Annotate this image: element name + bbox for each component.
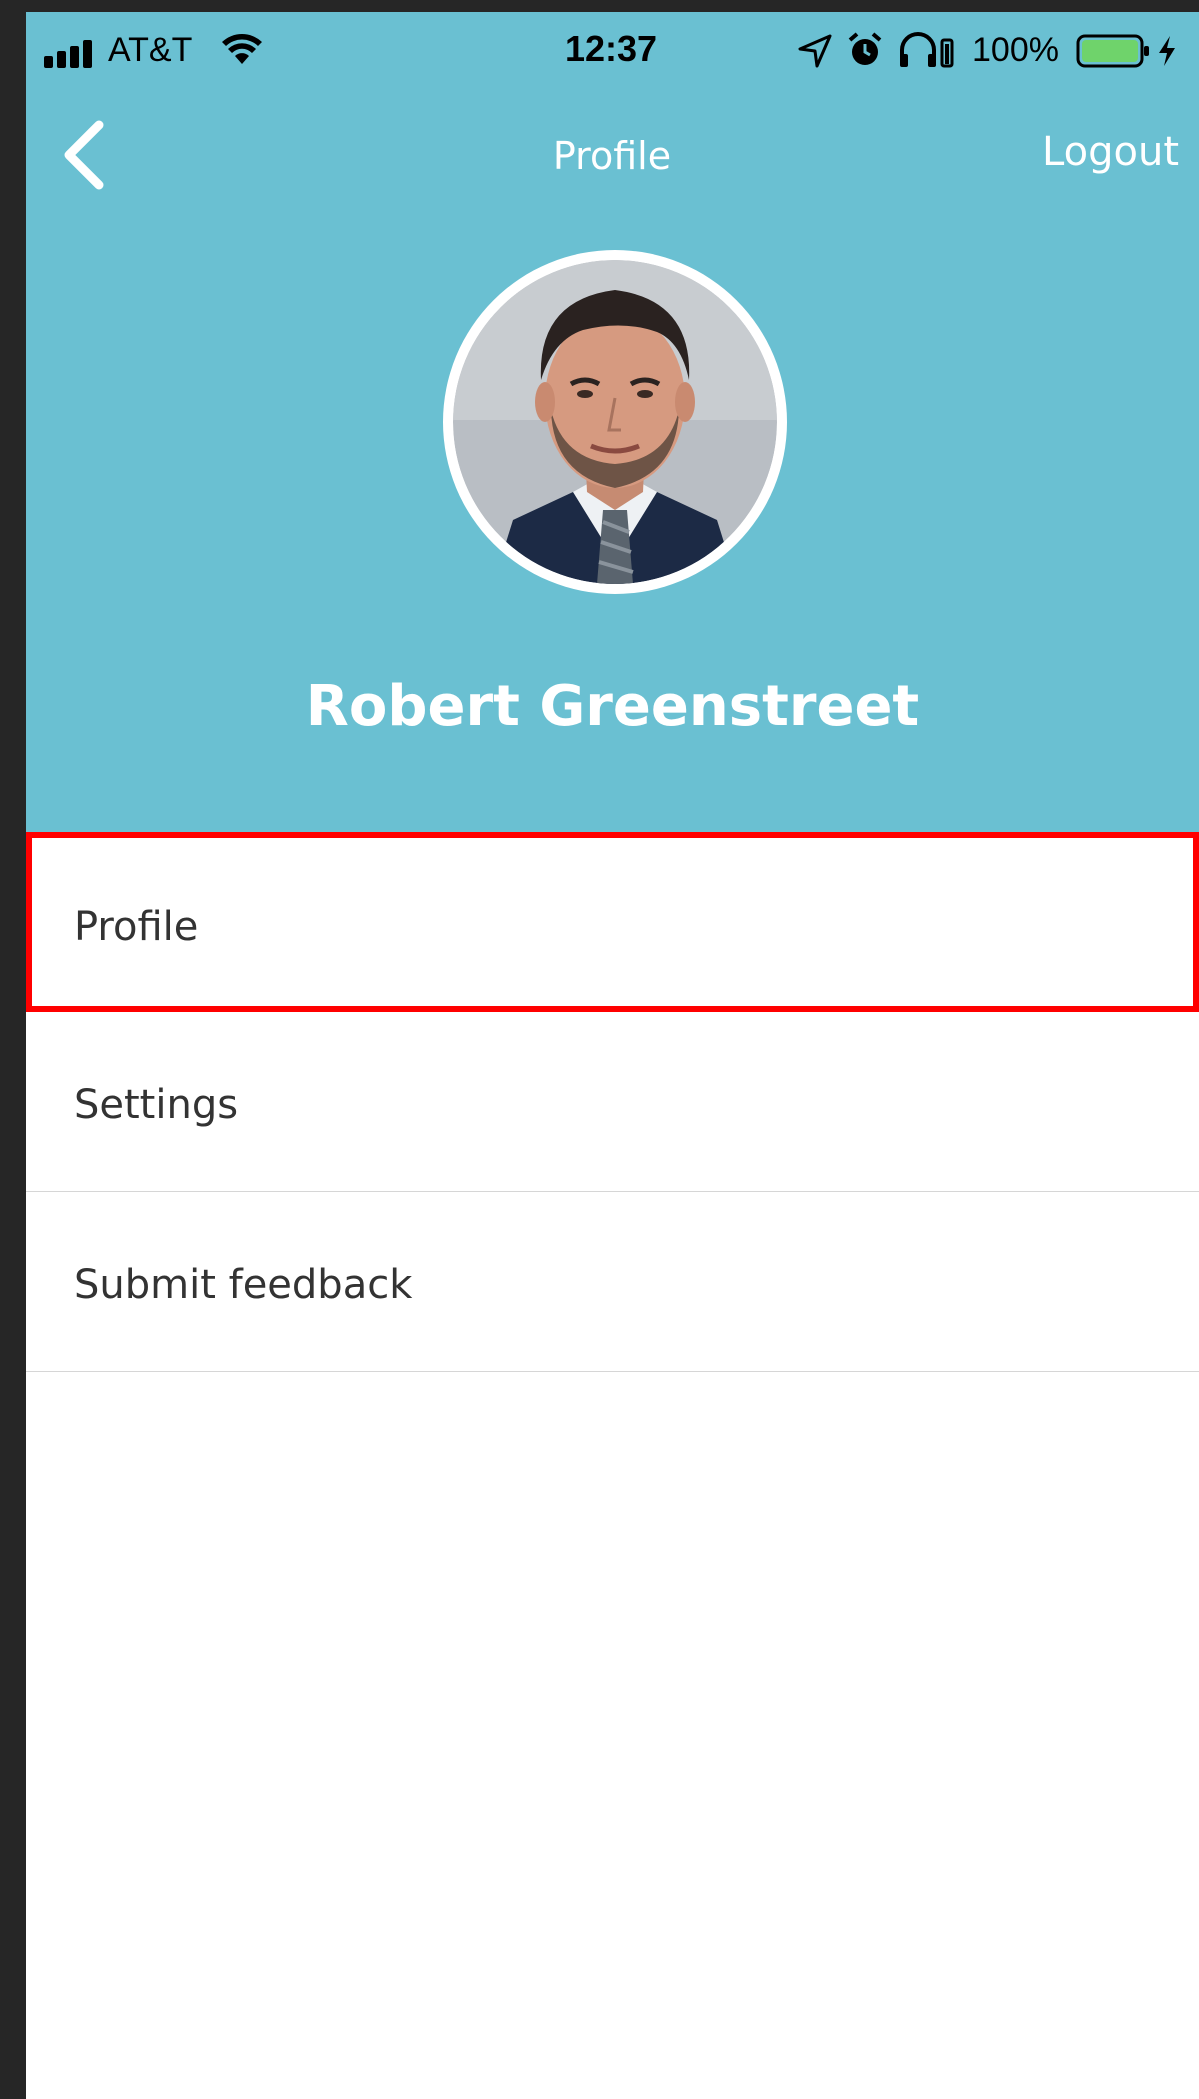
- wifi-icon: [222, 34, 262, 64]
- alarm-clock-icon: [848, 32, 882, 65]
- chevron-left-icon: [64, 120, 104, 190]
- menu-item-settings[interactable]: Settings: [26, 1012, 1199, 1192]
- signal-bars-icon: [44, 40, 92, 68]
- headphones-battery-icon: [900, 32, 954, 68]
- location-arrow-icon: [798, 34, 832, 68]
- profile-header: AT&T 12:37 100% Profile Logout Robert Gr…: [26, 12, 1199, 832]
- menu-item-label: Settings: [74, 1082, 239, 1128]
- status-bar: AT&T 12:37 100%: [26, 12, 1199, 80]
- logout-button[interactable]: Logout: [1042, 126, 1179, 178]
- avatar[interactable]: [443, 250, 787, 594]
- menu-item-label: Submit feedback: [74, 1262, 413, 1308]
- phone-screen: AT&T 12:37 100% Profile Logout Robert Gr…: [26, 12, 1199, 2099]
- battery-percent: 100%: [972, 31, 1059, 69]
- menu-item-label: Profile: [74, 904, 199, 950]
- profile-menu: Profile Settings Submit feedback: [26, 832, 1199, 1372]
- user-name: Robert Greenstreet: [305, 674, 920, 739]
- status-time: 12:37: [564, 28, 658, 69]
- page-title: Profile: [552, 134, 672, 178]
- charging-bolt-icon: [1159, 36, 1175, 66]
- battery-icon: [1076, 34, 1149, 68]
- profile-photo: [453, 260, 777, 584]
- menu-item-submit-feedback[interactable]: Submit feedback: [26, 1192, 1199, 1372]
- menu-item-profile[interactable]: Profile: [26, 832, 1199, 1012]
- carrier-label: AT&T: [108, 31, 193, 69]
- back-button[interactable]: [48, 110, 118, 200]
